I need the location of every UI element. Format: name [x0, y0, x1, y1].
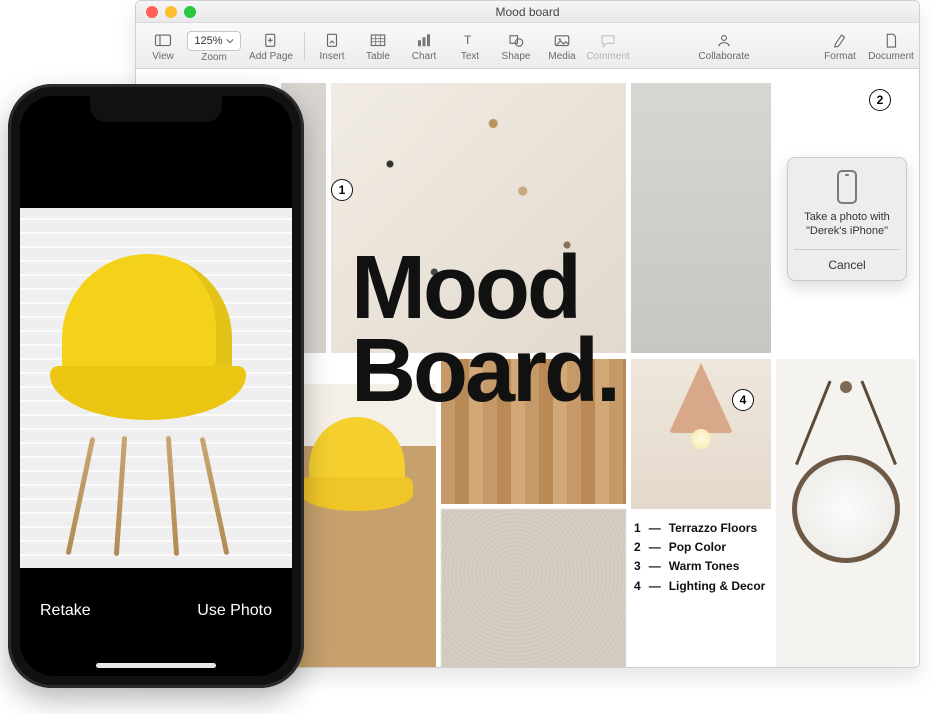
- headline-line2: Board.: [351, 330, 618, 413]
- camera-preview[interactable]: [20, 208, 292, 568]
- zoom-value: 125%: [194, 35, 222, 47]
- collaborate-label: Collaborate: [698, 51, 749, 62]
- media-label: Media: [548, 51, 575, 62]
- table-label: Table: [366, 51, 390, 62]
- media-button[interactable]: Media: [539, 24, 585, 68]
- view-icon: [153, 32, 173, 50]
- list-item: 4—Lighting & Decor: [634, 577, 765, 596]
- iphone-icon: [837, 170, 857, 204]
- headline-text[interactable]: Mood Board.: [351, 247, 618, 413]
- zoom-label: Zoom: [201, 52, 227, 63]
- document-icon: [881, 32, 901, 50]
- retake-button[interactable]: Retake: [40, 602, 91, 620]
- window-title: Mood board: [136, 5, 919, 19]
- image-pendant-lamp[interactable]: [631, 359, 771, 509]
- legend-list[interactable]: 1—Terrazzo Floors 2—Pop Color 3—Warm Ton…: [634, 519, 765, 596]
- iphone-screen: Retake Use Photo: [20, 96, 292, 676]
- insert-button[interactable]: Insert: [309, 24, 355, 68]
- insert-label: Insert: [319, 51, 344, 62]
- chart-icon: [414, 32, 434, 50]
- comment-icon: [598, 32, 618, 50]
- view-label: View: [152, 51, 174, 62]
- badge-2[interactable]: 2: [869, 89, 891, 111]
- document-button[interactable]: Document: [863, 24, 919, 68]
- document-label: Document: [868, 51, 914, 62]
- insert-icon: [322, 32, 342, 50]
- zoom-button[interactable]: 125% Zoom: [186, 24, 242, 68]
- iphone-notch: [90, 96, 222, 122]
- image-fur-texture[interactable]: [441, 509, 626, 668]
- media-icon: [552, 32, 572, 50]
- image-hanging-mirror[interactable]: [776, 359, 916, 668]
- format-button[interactable]: Format: [817, 24, 863, 68]
- image-concrete[interactable]: [631, 83, 771, 353]
- text-icon: T: [460, 32, 480, 50]
- use-photo-button[interactable]: Use Photo: [197, 602, 272, 620]
- chart-button[interactable]: Chart: [401, 24, 447, 68]
- badge-1[interactable]: 1: [331, 179, 353, 201]
- headline-line1: Mood: [351, 247, 618, 330]
- camera-footer: Retake Use Photo: [20, 568, 292, 676]
- continuity-camera-popover: Take a photo with "Derek's iPhone" Cance…: [787, 157, 907, 281]
- toolbar: View 125% Zoom Add Page Insert: [136, 23, 919, 69]
- comment-label: Comment: [586, 51, 629, 62]
- toolbar-divider: [304, 32, 305, 60]
- chevron-down-icon: [226, 37, 234, 45]
- add-page-label: Add Page: [249, 51, 293, 62]
- format-icon: [830, 32, 850, 50]
- popover-message: Take a photo with "Derek's iPhone": [794, 210, 900, 239]
- add-page-icon: [261, 32, 281, 50]
- zoom-select[interactable]: 125%: [187, 31, 240, 51]
- collaborate-button[interactable]: Collaborate: [691, 24, 757, 68]
- shape-button[interactable]: Shape: [493, 24, 539, 68]
- shape-label: Shape: [502, 51, 531, 62]
- list-item: 3—Warm Tones: [634, 557, 765, 576]
- shape-icon: [506, 32, 526, 50]
- table-icon: [368, 32, 388, 50]
- cancel-button[interactable]: Cancel: [794, 249, 900, 280]
- list-item: 2—Pop Color: [634, 538, 765, 557]
- add-page-button[interactable]: Add Page: [242, 24, 300, 68]
- home-indicator[interactable]: [96, 663, 216, 668]
- table-button[interactable]: Table: [355, 24, 401, 68]
- text-button[interactable]: T Text: [447, 24, 493, 68]
- chart-label: Chart: [412, 51, 436, 62]
- text-label: Text: [461, 51, 479, 62]
- svg-text:T: T: [464, 33, 472, 47]
- comment-button[interactable]: Comment: [585, 24, 631, 68]
- window-titlebar: Mood board: [136, 1, 919, 23]
- list-item: 1—Terrazzo Floors: [634, 519, 765, 538]
- format-label: Format: [824, 51, 856, 62]
- view-button[interactable]: View: [140, 24, 186, 68]
- iphone-device: Retake Use Photo: [8, 84, 304, 688]
- badge-4[interactable]: 4: [732, 389, 754, 411]
- collaborate-icon: [714, 32, 734, 50]
